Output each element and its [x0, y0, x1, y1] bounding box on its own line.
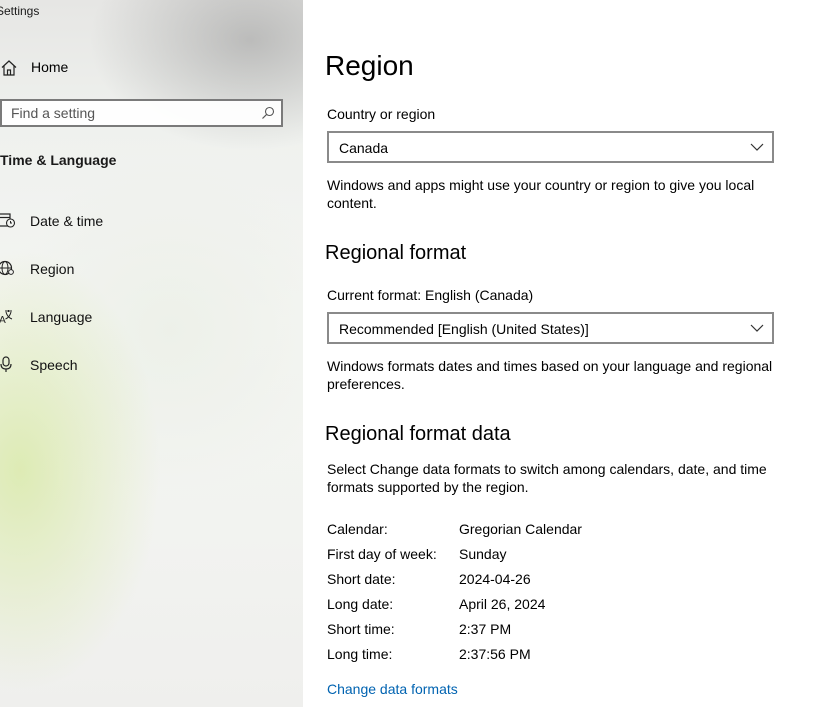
- format-key: Long time:: [327, 646, 393, 662]
- format-value: 2:37 PM: [459, 621, 512, 637]
- search-input[interactable]: [11, 103, 256, 123]
- regional-format-dropdown-value: Recommended [English (United States)]: [339, 321, 589, 337]
- format-value: Sunday: [459, 546, 507, 562]
- language-icon: A: [0, 310, 13, 325]
- format-key: Calendar:: [327, 521, 388, 537]
- format-value: April 26, 2024: [459, 596, 546, 612]
- sidebar-item-label: Date & time: [30, 213, 104, 229]
- country-dropdown[interactable]: Canada: [327, 131, 774, 163]
- calendar-clock-icon: [0, 213, 16, 228]
- sidebar-item-label: Home: [31, 59, 69, 75]
- format-value: 2024-04-26: [459, 571, 531, 587]
- format-data-description: Select Change data formats to switch amo…: [327, 461, 767, 495]
- sidebar-item-label: Region: [30, 261, 75, 277]
- format-row-short-time: Short time: 2:37 PM: [327, 621, 787, 641]
- format-value: 2:37:56 PM: [459, 646, 531, 662]
- regional-format-dropdown[interactable]: Recommended [English (United States)]: [327, 312, 774, 344]
- chevron-down-icon: [750, 324, 764, 332]
- format-row-long-time: Long time: 2:37:56 PM: [327, 646, 787, 666]
- search-box[interactable]: [0, 99, 283, 127]
- microphone-icon: [0, 356, 12, 372]
- format-row-first-day: First day of week: Sunday: [327, 546, 787, 566]
- regional-format-data-heading: Regional format data: [325, 423, 511, 445]
- regional-format-heading: Regional format: [325, 242, 467, 264]
- home-icon: [1, 60, 17, 76]
- search-icon[interactable]: [261, 106, 275, 120]
- main-content: Region Country or region Canada Windows …: [303, 0, 815, 707]
- window-title: Settings: [0, 4, 40, 18]
- sidebar-item-speech[interactable]: Speech: [0, 349, 290, 379]
- globe-icon: [0, 260, 14, 276]
- format-key: Long date:: [327, 596, 394, 612]
- change-data-formats-link[interactable]: Change data formats: [327, 681, 458, 697]
- sidebar-section-title: Time & Language: [0, 152, 117, 168]
- format-key: Short time:: [327, 621, 395, 637]
- sidebar-item-date-time[interactable]: Date & time: [0, 205, 290, 235]
- format-row-short-date: Short date: 2024-04-26: [327, 571, 787, 591]
- sidebar-item-language[interactable]: A Language: [0, 301, 290, 331]
- sidebar-item-label: Speech: [30, 357, 78, 373]
- svg-text:A: A: [0, 315, 6, 325]
- sidebar: Settings Home Time & Language Date & tim…: [0, 0, 303, 707]
- regional-format-description: Windows formats dates and times based on…: [327, 358, 773, 392]
- country-dropdown-value: Canada: [339, 140, 389, 156]
- format-key: First day of week:: [327, 546, 437, 562]
- page-title: Region: [325, 50, 414, 81]
- sidebar-item-region[interactable]: Region: [0, 253, 290, 283]
- country-description: Windows and apps might use your country …: [327, 177, 755, 211]
- sidebar-item-label: Language: [30, 309, 93, 325]
- format-row-long-date: Long date: April 26, 2024: [327, 596, 787, 616]
- format-value: Gregorian Calendar: [459, 521, 582, 537]
- chevron-down-icon: [750, 143, 764, 151]
- current-format-label: Current format: English (Canada): [327, 287, 534, 303]
- format-row-calendar: Calendar: Gregorian Calendar: [327, 521, 787, 541]
- settings-window: Settings Home Time & Language Date & tim…: [0, 0, 815, 707]
- sidebar-item-home[interactable]: Home: [0, 56, 290, 80]
- format-key: Short date:: [327, 571, 396, 587]
- country-label: Country or region: [327, 106, 436, 122]
